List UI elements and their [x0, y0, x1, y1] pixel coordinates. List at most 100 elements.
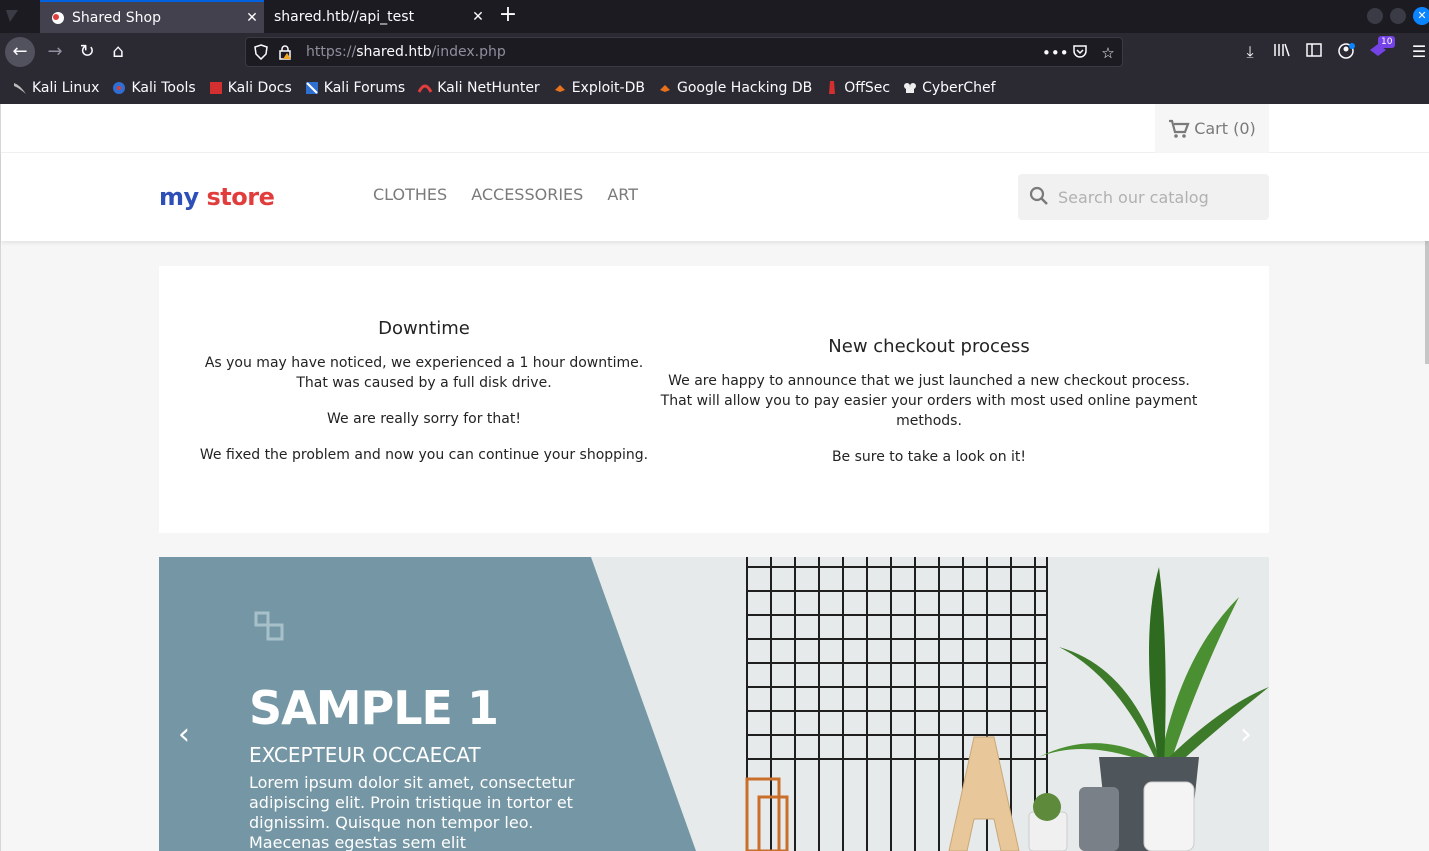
search-widget	[1018, 174, 1269, 220]
kali-dragon-icon	[12, 80, 28, 96]
cart-label: Cart	[1194, 119, 1229, 138]
bookmark-star-icon[interactable]: ☆	[1098, 43, 1118, 63]
home-icon[interactable]: ⌂	[103, 37, 133, 67]
bookmark-label: Kali NetHunter	[437, 79, 540, 96]
kali-forums-icon	[304, 80, 320, 96]
vase-shape	[1143, 781, 1195, 851]
search-input[interactable]	[1058, 186, 1258, 208]
cyberchef-hat-icon	[902, 80, 918, 96]
kali-docs-icon	[208, 80, 224, 96]
search-icon[interactable]	[1028, 185, 1050, 211]
cactus-shape	[1033, 793, 1061, 821]
bookmark-exploit-db[interactable]: Exploit-DB	[552, 80, 645, 96]
slide-title: SAMPLE 1	[249, 681, 499, 735]
news-text: That will allow you to pay easier your o…	[660, 393, 1198, 429]
slide-subtitle: EXCEPTEUR OCCAECAT	[249, 743, 481, 767]
url-text[interactable]: https://shared.htb/index.php	[306, 44, 506, 60]
bookmark-label: Kali Linux	[32, 79, 100, 96]
browser-nav-bar: ← → ↻ ⌂ https://shared.htb/index.php •••…	[0, 33, 1429, 71]
chevron-left-icon[interactable]: ‹	[169, 717, 199, 753]
web-page: Cart (0) my store CLOTHES ACCESSORIES AR…	[0, 104, 1429, 851]
news-text: Be sure to take a look on it!	[831, 449, 1027, 465]
bookmark-label: OffSec	[844, 79, 891, 96]
shop-favicon-icon	[50, 10, 66, 26]
news-text: As you may have noticed, we experienced …	[204, 355, 644, 371]
exploit-db-icon	[552, 80, 568, 96]
news-text: We are really sorry for that!	[327, 411, 521, 427]
bookmark-label: Google Hacking DB	[676, 79, 813, 96]
address-bar[interactable]: https://shared.htb/index.php ••• ☆	[245, 37, 1123, 67]
menu-item-clothes[interactable]: CLOTHES	[373, 185, 447, 204]
menu-item-art[interactable]: ART	[607, 185, 638, 204]
bookmark-label: Kali Forums	[323, 79, 406, 96]
news-title: New checkout process	[828, 336, 1030, 357]
news-title: Downtime	[378, 318, 470, 339]
sidebar-icon[interactable]	[1304, 42, 1324, 62]
downloads-icon[interactable]: ⤓	[1240, 42, 1260, 62]
shopping-cart-icon	[1169, 119, 1190, 138]
close-tab-icon[interactable]: ✕	[240, 10, 264, 26]
bookmark-kali-forums[interactable]: Kali Forums	[304, 80, 405, 96]
browser-tab-bar: Shared Shop ✕ shared.htb//api_test ✕ + ✕	[0, 0, 1429, 33]
bookmark-kali-nethunter[interactable]: Kali NetHunter	[417, 79, 540, 96]
slide-body-line: adipiscing elit. Proin tristique in tort…	[249, 793, 573, 812]
cart-button[interactable]: Cart (0)	[1155, 104, 1269, 153]
bookmark-kali-linux[interactable]: Kali Linux	[12, 80, 99, 96]
close-tab-icon[interactable]: ✕	[466, 9, 490, 25]
tracking-shield-icon[interactable]	[254, 44, 268, 61]
pocket-icon[interactable]	[1070, 43, 1090, 63]
tab-title: Shared Shop	[72, 9, 161, 26]
page-actions-icon[interactable]: •••	[1042, 43, 1069, 63]
bookmark-label: Exploit-DB	[571, 79, 645, 96]
bookmark-kali-tools[interactable]: Kali Tools	[111, 79, 196, 96]
new-tab-icon[interactable]: +	[494, 2, 522, 30]
vase-shape	[1079, 787, 1119, 851]
news-text: That was caused by a full disk drive.	[296, 375, 552, 391]
main-menu: CLOTHES ACCESSORIES ART	[373, 185, 638, 204]
hamburger-menu-icon[interactable]: ☰	[1409, 42, 1429, 62]
chevron-right-icon[interactable]: ›	[1231, 717, 1261, 753]
account-icon[interactable]	[1336, 42, 1356, 62]
slide-body-line: Maecenas egestas sem elit	[249, 833, 466, 851]
back-arrow-icon[interactable]: ←	[5, 37, 35, 67]
offsec-icon	[824, 80, 840, 96]
logo-part-my: my	[159, 183, 199, 211]
news-text: We fixed the problem and now you can con…	[199, 447, 649, 463]
reload-icon[interactable]: ↻	[72, 37, 102, 67]
bookmarks-bar: Kali Linux Kali Tools Kali Docs Kali For…	[0, 71, 1429, 104]
image-slider: SAMPLE 1 EXCEPTEUR OCCAECAT Lorem ipsum …	[159, 557, 1269, 851]
cart-count: (0)	[1233, 119, 1256, 138]
bookmark-offsec[interactable]: OffSec	[824, 80, 890, 96]
logo-part-store: store	[206, 183, 275, 211]
firefox-view-icon[interactable]	[0, 0, 40, 33]
news-downtime: Downtime As you may have noticed, we exp…	[159, 318, 689, 465]
bookmark-label: Kali Tools	[131, 79, 196, 96]
extension-badge: 10	[1378, 36, 1396, 48]
slide-body-line: dignissim. Quisque non tempor leo.	[249, 813, 534, 832]
news-checkout: New checkout process We are happy to ann…	[629, 336, 1229, 467]
library-icon[interactable]	[1272, 42, 1292, 62]
kali-tools-icon	[111, 80, 127, 96]
header-nav: my store CLOTHES ACCESSORIES ART	[1, 153, 1429, 241]
tab-api-test[interactable]: shared.htb//api_test ✕	[264, 0, 490, 33]
news-text: We are happy to announce that we just la…	[668, 373, 1190, 389]
forward-arrow-icon[interactable]: →	[40, 37, 70, 67]
ghdb-icon	[657, 80, 673, 96]
nethunter-icon	[417, 80, 433, 96]
bookmark-kali-docs[interactable]: Kali Docs	[208, 80, 292, 96]
maximize-button[interactable]	[1390, 8, 1406, 24]
header-top: Cart (0)	[1, 104, 1429, 153]
tab-shared-shop[interactable]: Shared Shop ✕	[40, 0, 264, 33]
tab-title: shared.htb//api_test	[274, 8, 415, 25]
menu-item-accessories[interactable]: ACCESSORIES	[471, 185, 583, 204]
minimize-button[interactable]	[1367, 8, 1383, 24]
bookmark-label: Kali Docs	[227, 79, 292, 96]
bookmark-label: CyberChef	[922, 79, 996, 96]
store-logo[interactable]: my store	[159, 183, 275, 211]
news-block: Downtime As you may have noticed, we exp…	[159, 266, 1269, 533]
insecure-lock-icon[interactable]	[278, 44, 292, 60]
slide-body: Lorem ipsum dolor sit amet, consectetur …	[249, 773, 579, 851]
window-close-button[interactable]: ✕	[1413, 7, 1429, 25]
bookmark-cyberchef[interactable]: CyberChef	[902, 80, 996, 96]
bookmark-google-hacking-db[interactable]: Google Hacking DB	[657, 80, 812, 96]
